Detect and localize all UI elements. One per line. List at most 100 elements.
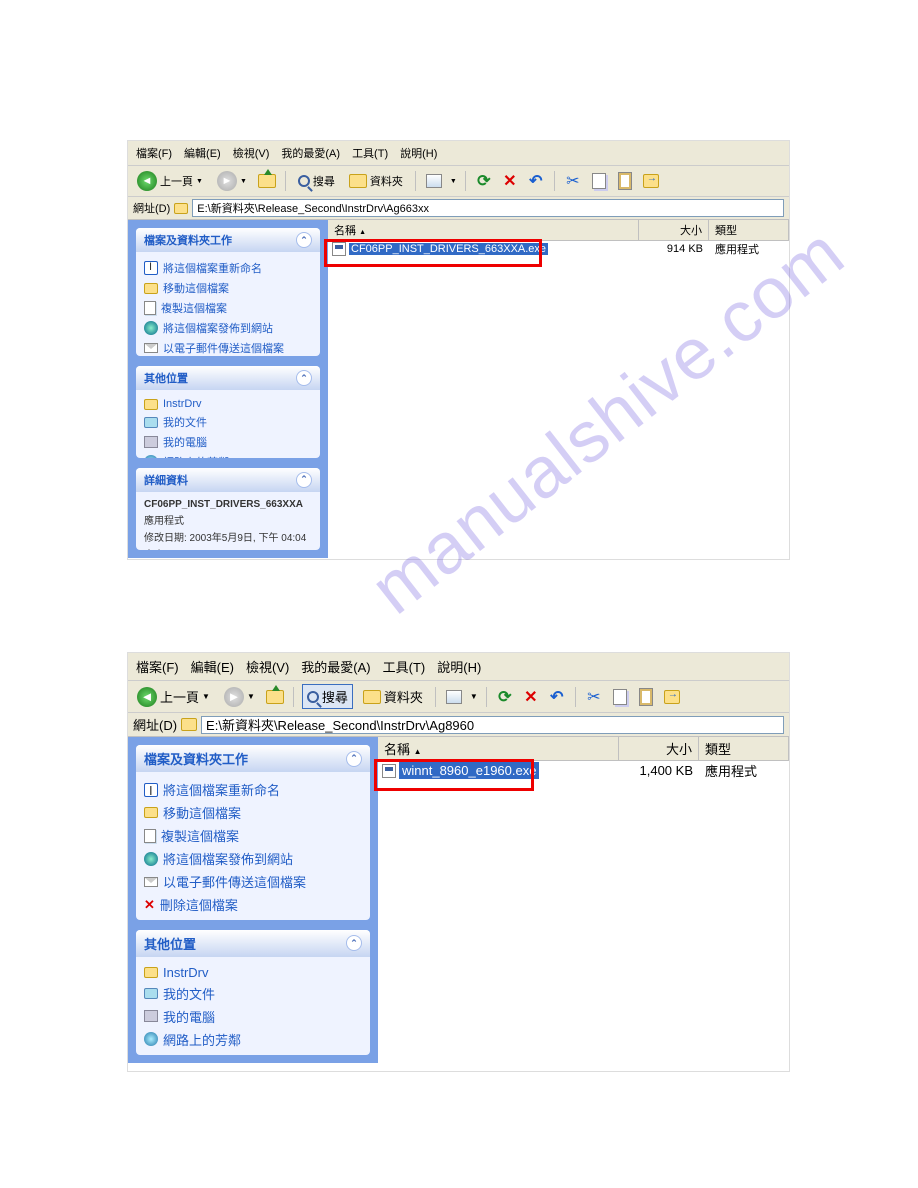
address-label: 網址(D): [133, 200, 170, 216]
place-mydocs[interactable]: 我的文件: [144, 412, 312, 432]
folders-button[interactable]: 資料夾: [345, 171, 407, 191]
copy-button[interactable]: [589, 171, 609, 191]
back-label: 上一頁: [160, 687, 199, 706]
places-title: 其他位置: [144, 370, 188, 386]
col-name[interactable]: 名稱 ▲: [328, 220, 639, 240]
menu-bar: 檔案(F) 編輯(E) 檢視(V) 我的最愛(A) 工具(T) 說明(H): [128, 653, 789, 681]
delete-button[interactable]: ✕: [521, 687, 541, 707]
folder-icon: [363, 690, 381, 704]
copy-button[interactable]: [610, 687, 630, 707]
task-rename[interactable]: 將這個檔案重新命名: [144, 778, 362, 801]
chevron-up-icon: ⌃: [296, 232, 312, 248]
col-size[interactable]: 大小: [619, 737, 699, 760]
address-input[interactable]: [201, 716, 784, 734]
up-icon: [258, 174, 276, 188]
folders-button[interactable]: 資料夾: [359, 685, 427, 708]
task-copy[interactable]: 複製這個檔案: [144, 824, 362, 847]
tasks-header[interactable]: 檔案及資料夾工作 ⌃: [136, 228, 320, 252]
menu-file[interactable]: 檔案(F): [136, 145, 172, 161]
delete-button[interactable]: ✕: [500, 171, 520, 191]
undo-button[interactable]: ↶: [526, 171, 546, 191]
forward-button[interactable]: ► ▼: [220, 685, 259, 709]
place-mycomp[interactable]: 我的電腦: [144, 432, 312, 452]
tasks-panel: 檔案及資料夾工作 ⌃ 將這個檔案重新命名 移動這個檔案 複製這個檔案 將這個檔案…: [136, 745, 370, 920]
copy-icon: [613, 689, 627, 705]
refresh-icon: ⟳: [498, 687, 511, 707]
search-button[interactable]: 搜尋: [294, 171, 339, 191]
task-publish[interactable]: 將這個檔案發佈到網站: [144, 318, 312, 338]
details-modified: 修改日期: 2003年5月9日, 下午 04:04: [144, 528, 312, 545]
move-to-button[interactable]: [641, 171, 661, 191]
file-row[interactable]: CF06PP_INST_DRIVERS_663XXA.exe 914 KB 應用…: [328, 241, 789, 257]
places-header[interactable]: 其他位置 ⌃: [136, 930, 370, 957]
file-row[interactable]: winnt_8960_e1960.exe 1,400 KB 應用程式: [378, 761, 789, 780]
col-name[interactable]: 名稱 ▲: [378, 737, 619, 760]
menu-file[interactable]: 檔案(F): [136, 657, 179, 676]
up-button[interactable]: [257, 171, 277, 191]
dropdown-icon[interactable]: ▼: [470, 692, 478, 701]
place-mycomp[interactable]: 我的電腦: [144, 1005, 362, 1028]
move-icon: [664, 690, 680, 704]
forward-button[interactable]: ► ▼: [213, 169, 251, 193]
menu-view[interactable]: 檢視(V): [246, 657, 289, 676]
menu-edit[interactable]: 編輯(E): [184, 145, 221, 161]
places-header[interactable]: 其他位置 ⌃: [136, 366, 320, 390]
undo-button[interactable]: ↶: [547, 687, 567, 707]
task-email[interactable]: 以電子郵件傳送這個檔案: [144, 870, 362, 893]
menu-tools[interactable]: 工具(T): [352, 145, 388, 161]
mail-icon: [144, 877, 158, 887]
cut-button[interactable]: ✂: [563, 171, 583, 191]
refresh-button[interactable]: ⟳: [495, 687, 515, 707]
place-network[interactable]: 網路上的芳鄰: [144, 452, 312, 458]
toolbar: ◄ 上一頁 ▼ ► ▼ 搜尋 資料夾 ▼ ⟳ ✕ ↶ ✂: [128, 681, 789, 713]
place-instrdrv[interactable]: InstrDrv: [144, 963, 362, 982]
refresh-button[interactable]: ⟳: [474, 171, 494, 191]
move-to-button[interactable]: [662, 687, 682, 707]
separator: [465, 171, 466, 191]
back-button[interactable]: ◄ 上一頁 ▼: [133, 685, 214, 709]
search-button[interactable]: 搜尋: [302, 684, 353, 709]
forward-icon: ►: [217, 171, 237, 191]
menu-help[interactable]: 說明(H): [437, 657, 481, 676]
dropdown-icon: ▼: [202, 692, 210, 701]
up-button[interactable]: [265, 687, 285, 707]
file-size: 914 KB: [639, 243, 709, 255]
task-copy[interactable]: 複製這個檔案: [144, 298, 312, 318]
menu-favorites[interactable]: 我的最愛(A): [301, 657, 370, 676]
dropdown-icon: ▼: [196, 178, 203, 185]
file-size: 1,400 KB: [619, 763, 699, 778]
cut-button[interactable]: ✂: [584, 687, 604, 707]
explorer-window-1: 檔案(F) 編輯(E) 檢視(V) 我的最愛(A) 工具(T) 說明(H) ◄ …: [127, 140, 790, 560]
copy-icon: [592, 173, 606, 189]
place-mydocs[interactable]: 我的文件: [144, 982, 362, 1005]
col-size[interactable]: 大小: [639, 220, 709, 240]
address-input[interactable]: [192, 199, 784, 217]
details-header[interactable]: 詳細資料 ⌃: [136, 468, 320, 492]
file-list: 名稱 ▲ 大小 類型 winnt_8960_e1960.exe 1,400 KB…: [378, 737, 789, 1063]
file-name: CF06PP_INST_DRIVERS_663XXA.exe: [349, 243, 548, 255]
task-move[interactable]: 移動這個檔案: [144, 278, 312, 298]
paste-button[interactable]: [636, 687, 656, 707]
back-icon: ◄: [137, 171, 157, 191]
separator: [415, 171, 416, 191]
menu-tools[interactable]: 工具(T): [383, 657, 426, 676]
back-button[interactable]: ◄ 上一頁 ▼: [133, 169, 207, 193]
tasks-header[interactable]: 檔案及資料夾工作 ⌃: [136, 745, 370, 772]
views-button[interactable]: [444, 687, 464, 707]
task-rename[interactable]: 將這個檔案重新命名: [144, 258, 312, 278]
task-email[interactable]: 以電子郵件傳送這個檔案: [144, 338, 312, 356]
menu-view[interactable]: 檢視(V): [233, 145, 270, 161]
task-publish[interactable]: 將這個檔案發佈到網站: [144, 847, 362, 870]
paste-button[interactable]: [615, 171, 635, 191]
task-delete[interactable]: ✕刪除這個檔案: [144, 893, 362, 916]
menu-help[interactable]: 說明(H): [400, 145, 437, 161]
col-type[interactable]: 類型: [699, 737, 789, 760]
views-button[interactable]: [424, 171, 444, 191]
menu-edit[interactable]: 編輯(E): [191, 657, 234, 676]
dropdown-icon[interactable]: ▼: [450, 178, 457, 185]
place-network[interactable]: 網路上的芳鄰: [144, 1028, 362, 1051]
task-move[interactable]: 移動這個檔案: [144, 801, 362, 824]
col-type[interactable]: 類型: [709, 220, 789, 240]
place-instrdrv[interactable]: InstrDrv: [144, 396, 312, 412]
menu-favorites[interactable]: 我的最愛(A): [281, 145, 340, 161]
